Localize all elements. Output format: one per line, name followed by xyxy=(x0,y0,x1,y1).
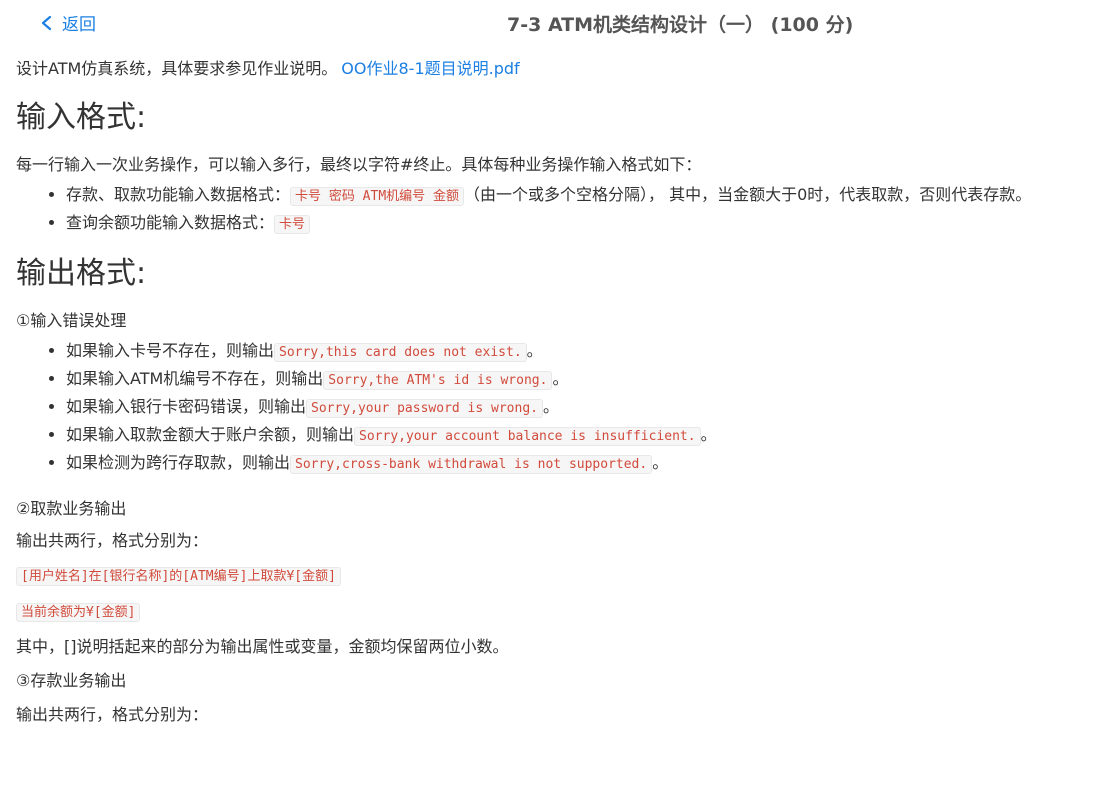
list-item-text: 如果输入ATM机编号不存在，则输出 xyxy=(66,369,324,388)
list-item-text: 。 xyxy=(552,369,569,388)
code-snippet: 当前余额为¥[金额] xyxy=(16,603,141,622)
list-item-text: 。 xyxy=(700,425,717,444)
list-item-text: 存款、取款功能输入数据格式： xyxy=(66,185,291,204)
back-button[interactable]: 返回 xyxy=(40,10,96,35)
list-item: 如果输入卡号不存在，则输出Sorry,this card does not ex… xyxy=(66,338,1086,366)
list-item-text: 查询余额功能输入数据格式： xyxy=(66,213,275,232)
code-snippet: Sorry,your password is wrong. xyxy=(306,399,543,418)
input-format-heading: 输入格式: xyxy=(16,100,147,135)
withdraw-line1-block: [用户姓名]在[银行名称]的[ATM编号]上取款¥[金额] xyxy=(16,562,1086,590)
code-snippet: 卡号 密码 ATM机编号 金额 xyxy=(290,187,464,206)
list-item-text: （由一个或多个空格分隔）， 其中，当金额大于0时，代表取款，否则代表存款。 xyxy=(463,185,1032,204)
list-item-text: 。 xyxy=(543,397,560,416)
top-bar: 返回 7-3 ATM机类结构设计（一） (100 分) xyxy=(0,0,1095,44)
list-item: 如果检测为跨行存取款，则输出Sorry,cross-bank withdrawa… xyxy=(66,450,1086,478)
list-item-text: 如果输入取款金额大于账户余额，则输出 xyxy=(66,425,355,444)
withdraw-desc: 输出共两行，格式分别为： xyxy=(16,531,209,550)
list-item-text: 。 xyxy=(652,453,669,472)
problem-content: 设计ATM仿真系统，具体要求参见作业说明。 OO作业8-1题目说明.pdf 输入格… xyxy=(16,56,1086,728)
list-item: 如果输入ATM机编号不存在，则输出Sorry,the ATM's id is w… xyxy=(66,366,1086,394)
list-item-text: 如果检测为跨行存取款，则输出 xyxy=(66,453,291,472)
errors-title: ①输入错误处理 xyxy=(16,311,127,330)
back-label: 返回 xyxy=(62,15,96,35)
list-item-text: 如果输入卡号不存在，则输出 xyxy=(66,341,275,360)
chevron-left-icon xyxy=(41,15,52,30)
withdraw-title: ②取款业务输出 xyxy=(16,499,127,518)
list-item-text: 如果输入银行卡密码错误，则输出 xyxy=(66,397,307,416)
input-format-list: 存款、取款功能输入数据格式：卡号 密码 ATM机编号 金额（由一个或多个空格分隔… xyxy=(16,182,1086,238)
list-item: 查询余额功能输入数据格式：卡号 xyxy=(66,210,1086,238)
page-title: 7-3 ATM机类结构设计（一） (100 分) xyxy=(507,14,854,36)
deposit-desc: 输出共两行，格式分别为： xyxy=(16,705,209,724)
deposit-title: ③存款业务输出 xyxy=(16,671,127,690)
code-snippet: Sorry,this card does not exist. xyxy=(274,343,527,362)
input-format-desc: 每一行输入一次业务操作，可以输入多行，最终以字符#终止。具体每种业务操作输入格式… xyxy=(16,155,702,174)
list-item-text: 。 xyxy=(526,341,543,360)
code-snippet: 卡号 xyxy=(274,215,311,234)
note-text: 其中，[]说明括起来的部分为输出属性或变量，金额均保留两位小数。 xyxy=(16,637,509,656)
intro-text: 设计ATM仿真系统，具体要求参见作业说明。 xyxy=(16,59,338,78)
pdf-link[interactable]: OO作业8-1题目说明.pdf xyxy=(341,59,519,78)
code-snippet: Sorry,your account balance is insufficie… xyxy=(354,427,701,446)
intro-paragraph: 设计ATM仿真系统，具体要求参见作业说明。 OO作业8-1题目说明.pdf xyxy=(16,56,1086,82)
list-item: 存款、取款功能输入数据格式：卡号 密码 ATM机编号 金额（由一个或多个空格分隔… xyxy=(66,182,1086,210)
withdraw-line2-block: 当前余额为¥[金额] xyxy=(16,598,1086,626)
code-snippet: [用户姓名]在[银行名称]的[ATM编号]上取款¥[金额] xyxy=(16,567,341,586)
output-format-heading: 输出格式: xyxy=(16,256,147,291)
list-item: 如果输入银行卡密码错误，则输出Sorry,your password is wr… xyxy=(66,394,1086,422)
list-item: 如果输入取款金额大于账户余额，则输出Sorry,your account bal… xyxy=(66,422,1086,450)
errors-list: 如果输入卡号不存在，则输出Sorry,this card does not ex… xyxy=(16,338,1086,478)
code-snippet: Sorry,the ATM's id is wrong. xyxy=(323,371,553,390)
code-snippet: Sorry,cross-bank withdrawal is not suppo… xyxy=(290,455,653,474)
